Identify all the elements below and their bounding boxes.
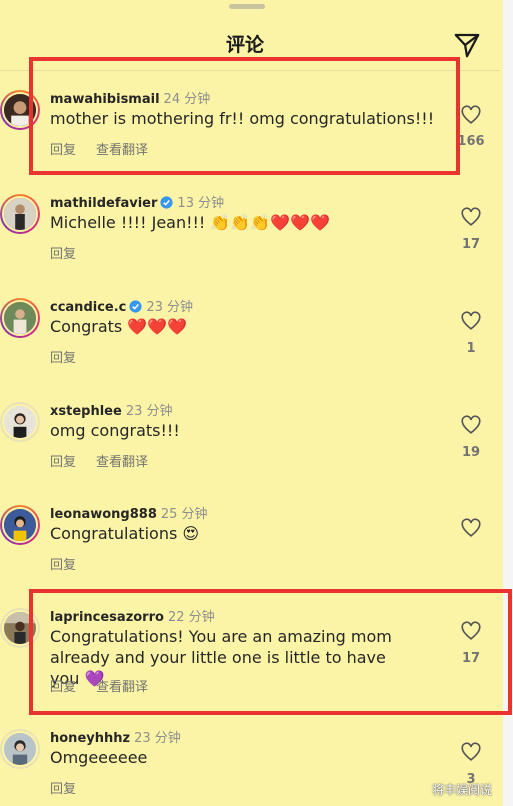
comment-time: 23 分钟 — [134, 731, 181, 746]
comment-time: 23 分钟 — [125, 404, 173, 419]
heart-icon[interactable] — [460, 104, 482, 126]
like-count: 1 — [466, 341, 476, 356]
comment-text: Omgeeeeee — [50, 748, 148, 767]
comment-text: omg congrats!!! — [50, 421, 180, 440]
comment-text: Congrats ❤️❤️❤️ — [50, 317, 188, 336]
heart-icon[interactable] — [460, 310, 482, 332]
comment-item: xstephlee 23 分钟 omg congrats!!! 回复 查看翻译 19 — [0, 400, 500, 500]
comment-text: Congratulations 😍 — [50, 524, 200, 543]
reply-button[interactable]: 回复 — [50, 247, 76, 262]
verified-badge-icon — [129, 300, 142, 313]
heart-icon[interactable] — [460, 414, 482, 436]
heart-icon[interactable] — [460, 206, 482, 228]
comment-username[interactable]: ccandice.c — [50, 300, 126, 315]
comment-username[interactable]: mathildefavier — [50, 196, 157, 211]
heart-icon[interactable] — [460, 741, 482, 763]
reply-button[interactable]: 回复 — [50, 782, 76, 797]
reply-button[interactable]: 回复 — [50, 558, 76, 573]
reply-button[interactable]: 回复 — [50, 351, 76, 366]
reply-button[interactable]: 回复 — [50, 455, 76, 470]
comment-username[interactable]: xstephlee — [50, 404, 122, 419]
highlight-box — [29, 589, 512, 715]
send-icon[interactable] — [452, 30, 482, 60]
page-title: 评论 — [225, 34, 264, 56]
watermark: 将丰娱阅说 — [432, 783, 493, 797]
comment-username[interactable]: leonawong888 — [50, 507, 157, 522]
verified-badge-icon — [160, 196, 174, 209]
comment-item: mathildefavier 13 分钟 Michelle !!!! Jean!!… — [0, 192, 500, 292]
highlight-box — [29, 57, 460, 175]
avatar[interactable] — [0, 505, 40, 545]
avatar[interactable] — [0, 298, 40, 338]
like-count: 17 — [461, 237, 481, 252]
heart-icon[interactable] — [460, 517, 482, 539]
avatar[interactable] — [0, 402, 40, 442]
comment-time: 23 分钟 — [146, 300, 194, 315]
comment-time: 25 分钟 — [160, 507, 208, 522]
comment-time: 13 分钟 — [177, 196, 225, 211]
comment-username[interactable]: honeyhhhz — [50, 731, 130, 746]
comment-item: leonawong888 25 分钟 Congratulations 😍 回复 — [0, 503, 500, 603]
drag-handle[interactable] — [229, 4, 265, 9]
like-count: 19 — [461, 445, 481, 460]
avatar[interactable] — [0, 194, 40, 234]
see-translation-button[interactable]: 查看翻译 — [96, 455, 148, 470]
avatar[interactable] — [0, 729, 40, 769]
comment-text: Michelle !!!! Jean!!! 👏👏👏❤️❤️❤️ — [50, 213, 330, 232]
comment-item: honeyhhhz 23 分钟 Omgeeeeee 回复 3 — [0, 727, 500, 806]
comment-item: ccandice.c 23 分钟 Congrats ❤️❤️❤️ 回复 1 — [0, 296, 500, 396]
